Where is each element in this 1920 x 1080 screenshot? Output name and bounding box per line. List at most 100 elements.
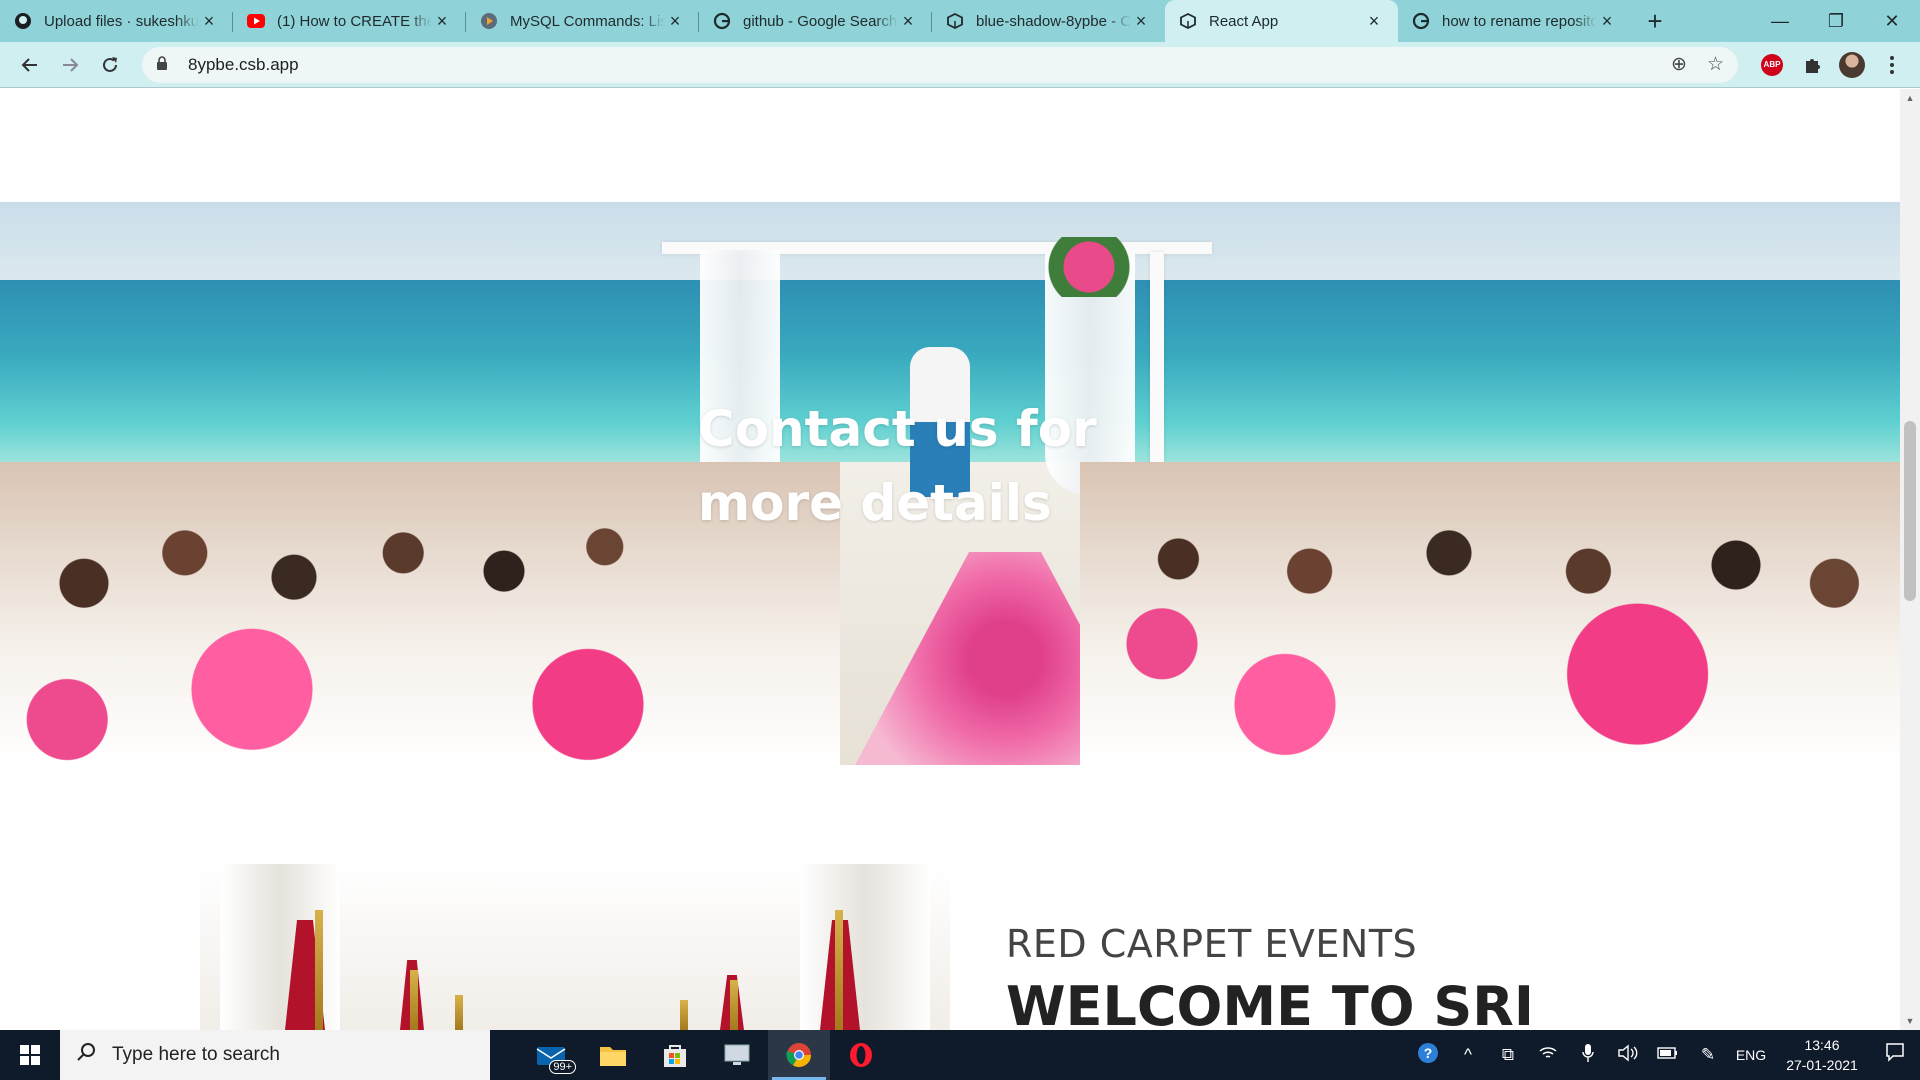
forward-button[interactable]: [50, 47, 90, 83]
chevron-up-icon[interactable]: ^: [1448, 1045, 1488, 1065]
minimize-button[interactable]: —: [1752, 0, 1808, 42]
adblock-icon: ABP: [1761, 53, 1783, 76]
tab-title: how to rename repository: [1442, 12, 1597, 30]
flower-garland: [900, 237, 1170, 297]
clock-date: 27-01-2021: [1786, 1057, 1858, 1073]
tab-title: React App: [1209, 12, 1279, 30]
opera-icon: [850, 1043, 872, 1067]
taskbar-apps: 99+: [520, 1030, 892, 1080]
svg-text:?: ?: [1424, 1045, 1433, 1061]
system-tray: ? ^ ⧉ ✎ ENG 13:46 27-01-2021: [1408, 1030, 1920, 1080]
store-app[interactable]: [644, 1030, 706, 1080]
scroll-up-icon[interactable]: ▲: [1900, 93, 1920, 103]
codesandbox-icon: [946, 12, 964, 30]
browser-menu-button[interactable]: [1874, 47, 1910, 83]
meet-icon[interactable]: ⧉: [1488, 1045, 1528, 1065]
mysql-icon: [480, 12, 498, 30]
windows-logo-icon: [20, 1045, 40, 1065]
remote-desktop-app[interactable]: [706, 1030, 768, 1080]
reload-icon: [103, 56, 117, 72]
microphone-icon[interactable]: [1568, 1043, 1608, 1068]
notification-icon[interactable]: [1870, 1042, 1920, 1068]
extensions-button[interactable]: [1794, 47, 1830, 83]
puzzle-icon: [1806, 58, 1820, 73]
tab-title: github - Google Search: [743, 12, 898, 30]
clock-time: 13:46: [1804, 1037, 1840, 1053]
section-kicker: RED CARPET EVENTS: [1006, 922, 1418, 966]
tab-title: Upload files · sukeshkumar: [44, 12, 199, 30]
windows-taskbar: Type here to search 99+ ? ^ ⧉ ✎ ENG 13:4…: [0, 1030, 1920, 1080]
battery-icon[interactable]: [1648, 1045, 1688, 1065]
start-button[interactable]: [0, 1030, 60, 1080]
lock-icon: [156, 56, 176, 73]
browser-tab-strip: Upload files · sukeshkumar × (1) How to …: [0, 0, 1920, 42]
scroll-down-icon[interactable]: ▼: [1900, 1016, 1920, 1026]
page-viewport: Contact us for more details RED CARPET E…: [0, 89, 1920, 1030]
google-icon: [713, 12, 731, 30]
language-indicator[interactable]: ENG: [1728, 1047, 1774, 1063]
close-window-button[interactable]: ✕: [1864, 0, 1920, 42]
close-tab-icon[interactable]: ×: [665, 11, 685, 32]
back-button[interactable]: [10, 47, 50, 83]
new-tab-button[interactable]: +: [1637, 0, 1673, 42]
mail-badge: 99+: [549, 1060, 576, 1074]
section-title: WELCOME TO SRI: [1006, 975, 1534, 1030]
search-placeholder: Type here to search: [112, 1044, 280, 1065]
close-tab-icon[interactable]: ×: [432, 11, 452, 32]
page-scrollbar[interactable]: ▲ ▼: [1900, 89, 1920, 1030]
arrow-right-icon: [63, 57, 79, 72]
youtube-icon: [247, 12, 265, 30]
arrow-left-icon: [21, 57, 37, 72]
tab-title: blue-shadow-8ypbe - CodeSandbox: [976, 12, 1131, 30]
tab-title: MySQL Commands: List: [510, 12, 665, 30]
window-controls: — ❐ ✕: [1752, 0, 1920, 42]
chrome-icon: [786, 1043, 811, 1068]
chrome-app[interactable]: [768, 1030, 830, 1080]
monitor-icon: [724, 1044, 750, 1065]
clock[interactable]: 13:46 27-01-2021: [1774, 1035, 1870, 1075]
avatar: [1839, 51, 1865, 78]
tab-react-app[interactable]: React App ×: [1165, 0, 1398, 42]
pen-icon[interactable]: ✎: [1688, 1045, 1728, 1065]
restore-button[interactable]: ❐: [1808, 0, 1864, 42]
reload-button[interactable]: [90, 47, 130, 83]
browser-toolbar: 8ypbe.csb.app ⊕ ☆ ABP: [0, 42, 1920, 88]
search-icon: [76, 1042, 96, 1068]
tab-google-search[interactable]: github - Google Search ×: [699, 0, 932, 42]
guests-right: [1080, 462, 1900, 765]
help-icon[interactable]: ?: [1408, 1041, 1448, 1070]
taskbar-search[interactable]: Type here to search: [60, 1030, 490, 1080]
close-tab-icon[interactable]: ×: [199, 11, 219, 32]
profile-button[interactable]: [1834, 47, 1870, 83]
close-tab-icon[interactable]: ×: [898, 11, 918, 32]
hero-title: Contact us for more details: [698, 400, 1097, 532]
folder-icon: [600, 1047, 626, 1066]
github-icon: [14, 12, 32, 30]
hero-banner: Contact us for more details: [0, 202, 1900, 765]
file-explorer-app[interactable]: [582, 1030, 644, 1080]
close-tab-icon[interactable]: ×: [1597, 11, 1617, 32]
tab-codesandbox[interactable]: blue-shadow-8ypbe - CodeSandbox ×: [932, 0, 1165, 42]
volume-icon[interactable]: [1608, 1044, 1648, 1067]
adblock-extension[interactable]: ABP: [1754, 47, 1790, 83]
wifi-icon[interactable]: [1528, 1045, 1568, 1066]
address-bar[interactable]: 8ypbe.csb.app ⊕ ☆: [142, 46, 1738, 83]
opera-app[interactable]: [830, 1030, 892, 1080]
mail-app[interactable]: 99+: [520, 1030, 582, 1080]
tab-rename-repository[interactable]: how to rename repository ×: [1398, 0, 1631, 42]
close-tab-icon[interactable]: ×: [1131, 11, 1151, 32]
tab-title: (1) How to CREATE the: [277, 12, 432, 30]
store-icon: [664, 1045, 686, 1067]
codesandbox-icon: [1179, 12, 1197, 30]
add-to-page-icon[interactable]: ⊕: [1671, 53, 1687, 76]
tab-youtube[interactable]: (1) How to CREATE the ×: [233, 0, 466, 42]
scrollbar-thumb[interactable]: [1904, 421, 1916, 601]
url-text: 8ypbe.csb.app: [188, 54, 299, 74]
tab-mysql[interactable]: MySQL Commands: List ×: [466, 0, 699, 42]
kebab-menu-icon: [1890, 55, 1894, 74]
tab-upload-files[interactable]: Upload files · sukeshkumar ×: [0, 0, 233, 42]
close-tab-icon[interactable]: ×: [1364, 11, 1384, 32]
bookmark-star-icon[interactable]: ☆: [1707, 53, 1724, 76]
red-carpet-image: [200, 864, 950, 1030]
google-icon: [1412, 12, 1430, 30]
